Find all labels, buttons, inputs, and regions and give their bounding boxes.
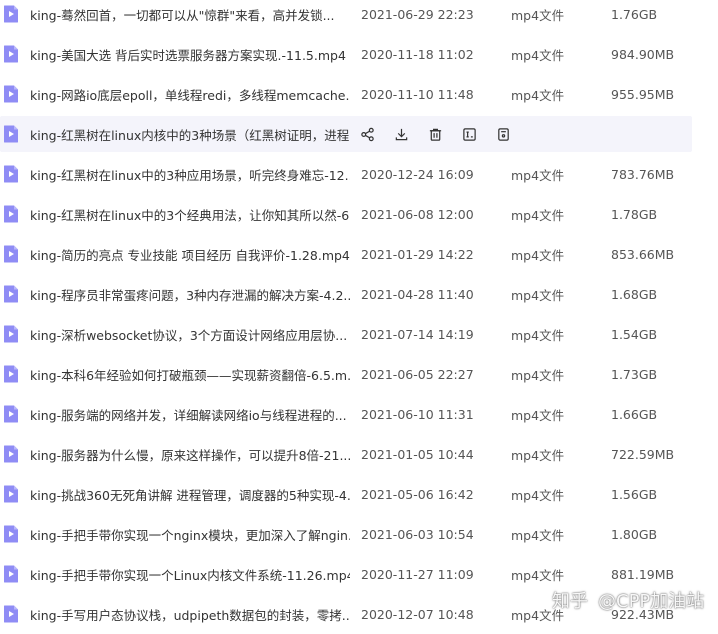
- file-row[interactable]: king-程序员非常蛋疼问题，3种内存泄漏的解决方案-4.2... 2021-04…: [0, 274, 718, 314]
- file-name[interactable]: king-手写用户态协议栈，udpipeth数据包的封装，零拷...: [30, 605, 350, 624]
- file-name[interactable]: king-服务端的网络并发，详细解读网络io与线程进程的...: [30, 405, 350, 424]
- file-size: 1.80GB: [611, 526, 658, 542]
- file-date: 2021-01-29 14:22: [361, 246, 474, 262]
- video-file-icon: [3, 405, 19, 423]
- file-type: mp4文件: [511, 327, 565, 343]
- file-name[interactable]: king-蓦然回首，一切都可以从"惊群"来看，高并发锁...: [30, 5, 350, 24]
- file-row[interactable]: king-蓦然回首，一切都可以从"惊群"来看，高并发锁... 2021-06-29…: [0, 0, 718, 34]
- file-row[interactable]: king-服务端的网络并发，详细解读网络io与线程进程的... 2021-06-1…: [0, 394, 718, 434]
- file-type: mp4文件: [511, 87, 565, 103]
- file-row[interactable]: king-本科6年经验如何打破瓶颈——实现薪资翻倍-6.5.m... 2021-0…: [0, 354, 718, 394]
- file-date: 2021-01-05 10:44: [361, 446, 474, 462]
- file-date: 2020-11-27 11:09: [361, 566, 474, 582]
- file-type: mp4文件: [511, 287, 565, 303]
- file-row[interactable]: king-红黑树在linux中的3个经典用法，让你知其所以然-6... 2021-…: [0, 194, 718, 234]
- file-row[interactable]: king-服务器为什么慢，原来这样操作，可以提升8倍-21.... 2021-01…: [0, 434, 718, 474]
- file-name[interactable]: king-简历的亮点 专业技能 项目经历 自我评价-1.28.mp4: [30, 245, 350, 264]
- file-type: mp4文件: [511, 487, 565, 503]
- file-name[interactable]: king-红黑树在linux中的3种应用场景，听完终身难忘-12....: [30, 165, 350, 184]
- file-type: mp4文件: [511, 447, 565, 463]
- watermark: 知乎 @CPP加油站: [552, 586, 704, 614]
- file-size: 984.90MB: [611, 46, 675, 62]
- file-type: mp4文件: [511, 7, 565, 23]
- file-date: 2020-11-18 11:02: [361, 46, 474, 62]
- watermark-author: @CPP加油站: [598, 591, 705, 612]
- file-name[interactable]: king-深析websocket协议，3个方面设计网络应用层协...: [30, 325, 350, 344]
- file-type: mp4文件: [511, 167, 565, 183]
- file-name[interactable]: king-网路io底层epoll，单线程redi，多线程memcache...: [30, 85, 350, 104]
- file-type: mp4文件: [511, 567, 565, 583]
- file-date: 2021-06-03 10:54: [361, 526, 474, 542]
- file-type: mp4文件: [511, 367, 565, 383]
- video-file-icon: [3, 205, 19, 223]
- video-file-icon: [3, 525, 19, 543]
- file-row[interactable]: king-美国大选 背后实时选票服务器方案实现.-11.5.mp4 2020-11…: [0, 34, 718, 74]
- file-date: 2021-04-28 11:40: [361, 286, 474, 302]
- download-icon[interactable]: [394, 124, 428, 144]
- file-type: mp4文件: [511, 247, 565, 263]
- file-name[interactable]: king-美国大选 背后实时选票服务器方案实现.-11.5.mp4: [30, 45, 350, 64]
- video-file-icon: [3, 5, 19, 23]
- file-row[interactable]: king-手把手带你实现一个nginx模块，更加深入了解ngin... 2021-…: [0, 514, 718, 554]
- file-size: 1.54GB: [611, 326, 658, 342]
- video-file-icon: [3, 325, 19, 343]
- file-row[interactable]: king-红黑树在linux内核中的3种场景（红黑树证明，进程...: [0, 114, 718, 154]
- file-row[interactable]: king-挑战360无死角讲解 进程管理，调度器的5种实现-4... 2021-0…: [0, 474, 718, 514]
- file-date: 2021-06-29 22:23: [361, 6, 474, 22]
- video-file-icon: [3, 245, 19, 263]
- file-date: 2021-06-05 22:27: [361, 366, 474, 382]
- file-name[interactable]: king-服务器为什么慢，原来这样操作，可以提升8倍-21....: [30, 445, 350, 464]
- file-size: 1.56GB: [611, 486, 658, 502]
- file-size: 955.95MB: [611, 86, 675, 102]
- file-date: 2020-12-24 16:09: [361, 166, 474, 182]
- watermark-site: 知乎: [552, 591, 588, 612]
- file-date: 2021-05-06 16:42: [361, 486, 474, 502]
- file-name[interactable]: king-红黑树在linux中的3个经典用法，让你知其所以然-6...: [30, 205, 350, 224]
- video-file-icon: [3, 85, 19, 103]
- file-name[interactable]: king-挑战360无死角讲解 进程管理，调度器的5种实现-4...: [30, 485, 350, 504]
- file-size: 1.78GB: [611, 206, 658, 222]
- video-file-icon: [3, 565, 19, 583]
- video-file-icon: [3, 165, 19, 183]
- video-file-icon: [3, 45, 19, 63]
- file-size: 1.76GB: [611, 6, 658, 22]
- rename-icon[interactable]: [462, 124, 496, 144]
- file-date: 2021-06-08 12:00: [361, 206, 474, 222]
- file-size: 853.66MB: [611, 246, 675, 262]
- share-icon[interactable]: [360, 124, 394, 144]
- file-name[interactable]: king-程序员非常蛋疼问题，3种内存泄漏的解决方案-4.2...: [30, 285, 350, 304]
- file-row[interactable]: king-深析websocket协议，3个方面设计网络应用层协... 2021-0…: [0, 314, 718, 354]
- file-size: 1.68GB: [611, 286, 658, 302]
- file-size: 722.59MB: [611, 446, 675, 462]
- file-type: mp4文件: [511, 47, 565, 63]
- file-size: 783.76MB: [611, 166, 675, 182]
- file-date: 2021-07-14 14:19: [361, 326, 474, 342]
- video-file-icon: [3, 285, 19, 303]
- delete-icon[interactable]: [428, 124, 462, 144]
- file-row[interactable]: king-简历的亮点 专业技能 项目经历 自我评价-1.28.mp4 2021-0…: [0, 234, 718, 274]
- file-name[interactable]: king-本科6年经验如何打破瓶颈——实现薪资翻倍-6.5.m...: [30, 365, 350, 384]
- file-date: 2021-06-10 11:31: [361, 406, 474, 422]
- file-size: 1.66GB: [611, 406, 658, 422]
- file-name[interactable]: king-手把手带你实现一个Linux内核文件系统-11.26.mp4: [30, 565, 350, 584]
- file-date: 2020-11-10 11:48: [361, 86, 474, 102]
- file-type: mp4文件: [511, 207, 565, 223]
- file-size: 1.73GB: [611, 366, 658, 382]
- more-icon[interactable]: [496, 124, 530, 144]
- video-file-icon: [3, 485, 19, 503]
- file-name[interactable]: king-红黑树在linux内核中的3种场景（红黑树证明，进程...: [30, 125, 350, 144]
- file-date: 2020-12-07 10:48: [361, 606, 474, 622]
- file-row[interactable]: king-红黑树在linux中的3种应用场景，听完终身难忘-12.... 2020…: [0, 154, 718, 194]
- file-type: mp4文件: [511, 527, 565, 543]
- file-row[interactable]: king-网路io底层epoll，单线程redi，多线程memcache... 2…: [0, 74, 718, 114]
- video-file-icon: [3, 125, 19, 143]
- file-list: king-蓦然回首，一切都可以从"惊群"来看，高并发锁... 2021-06-29…: [0, 0, 718, 629]
- file-size: 881.19MB: [611, 566, 675, 582]
- video-file-icon: [3, 445, 19, 463]
- video-file-icon: [3, 365, 19, 383]
- file-type: mp4文件: [511, 407, 565, 423]
- row-actions: [360, 124, 530, 144]
- file-name[interactable]: king-手把手带你实现一个nginx模块，更加深入了解ngin...: [30, 525, 350, 544]
- video-file-icon: [3, 605, 19, 623]
